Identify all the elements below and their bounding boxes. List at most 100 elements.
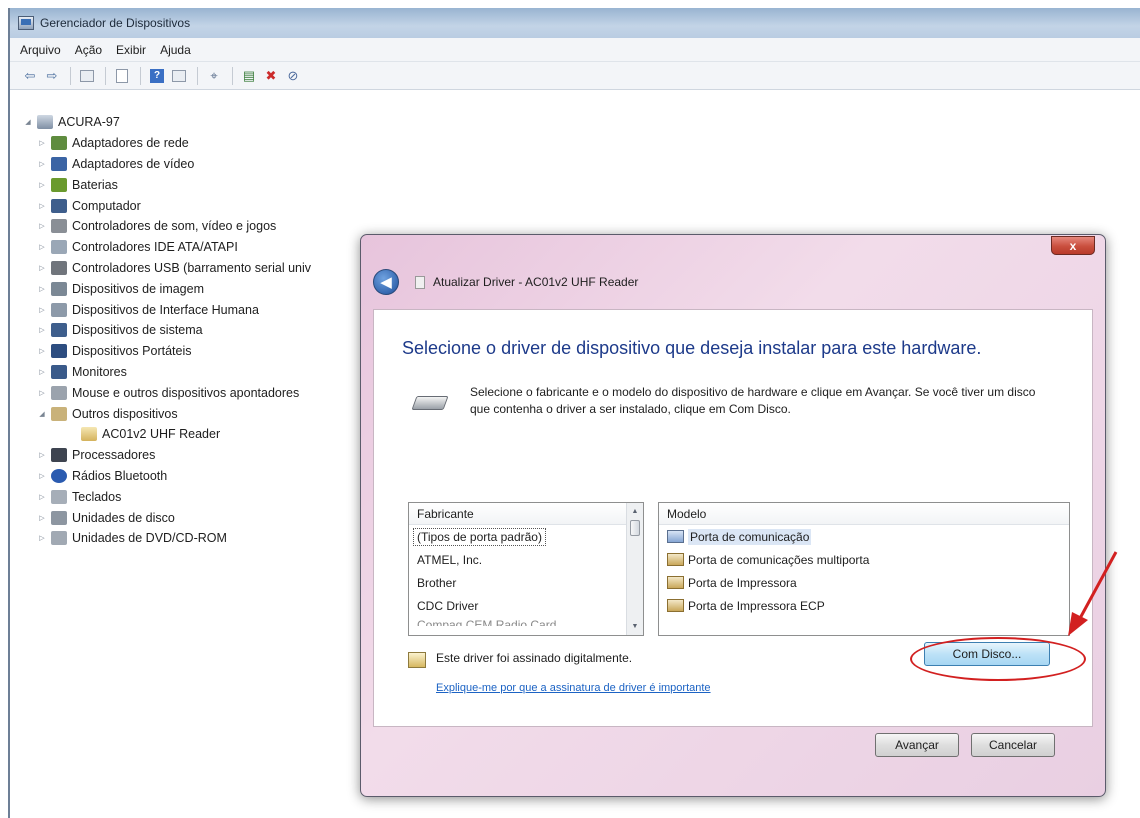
expand-icon[interactable]: ▷ (36, 222, 48, 230)
back-arrow-icon[interactable]: ⇦ (20, 66, 40, 86)
toolbar-separator (105, 66, 106, 85)
imaging-device-icon (51, 281, 67, 296)
tree-item[interactable]: ▷ Baterias (22, 174, 311, 195)
other-devices-icon (51, 406, 67, 421)
next-button[interactable]: Avançar (875, 733, 959, 757)
manufacturer-item[interactable]: ATMEL, Inc. (409, 548, 643, 571)
uninstall-icon[interactable]: ✖ (261, 66, 281, 86)
expand-icon[interactable]: ▷ (36, 326, 48, 334)
back-arrow-icon: ◀ (380, 274, 392, 291)
scroll-up-icon[interactable]: ▲ (627, 503, 643, 520)
scroll-thumb[interactable] (630, 520, 640, 536)
menu-arquivo[interactable]: Arquivo (20, 43, 61, 57)
scan-hardware-icon[interactable]: ⌖ (204, 66, 224, 86)
tree-item[interactable]: ▷ Dispositivos de Interface Humana (22, 299, 311, 320)
close-button[interactable]: x (1051, 236, 1095, 255)
toolbar-separator (70, 66, 71, 85)
expand-icon[interactable]: ▷ (36, 285, 48, 293)
manufacturer-label: ATMEL, Inc. (417, 552, 483, 567)
tree-item[interactable]: ▷ Adaptadores de vídeo (22, 154, 311, 175)
tree-child-item[interactable]: AC01v2 UHF Reader (22, 424, 311, 445)
tree-item[interactable]: ▷ Adaptadores de rede (22, 133, 311, 154)
tree-item-label: Outros dispositivos (72, 406, 178, 421)
title-bar[interactable]: Gerenciador de Dispositivos (10, 8, 1140, 38)
tree-item-expanded[interactable]: ◢ Outros dispositivos (22, 403, 311, 424)
collapse-icon[interactable]: ◢ (36, 410, 48, 418)
tree-item[interactable]: ▷ Mouse e outros dispositivos apontadores (22, 382, 311, 403)
update-driver-icon[interactable]: ▤ (239, 66, 259, 86)
expand-icon[interactable]: ▷ (36, 472, 48, 480)
expand-icon[interactable]: ▷ (36, 306, 48, 314)
tree-item[interactable]: ▷ Controladores de som, vídeo e jogos (22, 216, 311, 237)
expand-icon[interactable]: ▷ (36, 181, 48, 189)
forward-arrow-icon[interactable]: ⇨ (42, 66, 62, 86)
tree-item[interactable]: ▷ Computador (22, 195, 311, 216)
expand-icon[interactable]: ▷ (36, 347, 48, 355)
expand-icon[interactable]: ▷ (36, 139, 48, 147)
manufacturer-scrollbar[interactable]: ▲ ▼ (626, 503, 643, 635)
driver-signing-link[interactable]: Explique-me por que a assinatura de driv… (436, 682, 711, 694)
expand-icon[interactable]: ▷ (36, 368, 48, 376)
cancel-button[interactable]: Cancelar (971, 733, 1055, 757)
expand-icon[interactable]: ▷ (36, 160, 48, 168)
tree-item[interactable]: ▷ Unidades de DVD/CD-ROM (22, 528, 311, 549)
menu-acao[interactable]: Ação (75, 43, 102, 57)
dialog-header: ◀ Atualizar Driver - AC01v2 UHF Reader (373, 269, 638, 295)
manufacturer-item[interactable]: Brother (409, 571, 643, 594)
expand-icon[interactable]: ▷ (36, 493, 48, 501)
show-hide-tree-icon[interactable] (77, 66, 97, 86)
disable-icon[interactable]: ⊘ (283, 66, 303, 86)
scroll-down-icon[interactable]: ▼ (627, 618, 643, 635)
manufacturer-label: (Tipos de porta padrão) (413, 527, 546, 546)
expand-icon[interactable]: ▷ (36, 243, 48, 251)
expand-icon[interactable]: ▷ (36, 451, 48, 459)
expand-icon[interactable]: ▷ (36, 534, 48, 542)
manufacturer-item-partial[interactable]: Compaq CEM Radio Card (409, 617, 643, 626)
tree-item[interactable]: ▷ Rádios Bluetooth (22, 466, 311, 487)
tree-item-label: Dispositivos Portáteis (72, 344, 192, 359)
tree-item[interactable]: ▷ Controladores USB (barramento serial un… (22, 258, 311, 279)
menu-exibir[interactable]: Exibir (116, 43, 146, 57)
toolbar-separator (140, 66, 141, 85)
model-item[interactable]: Porta de Impressora (659, 571, 1069, 594)
tree-item[interactable]: ▷ Dispositivos de sistema (22, 320, 311, 341)
update-driver-dialog: x ◀ Atualizar Driver - AC01v2 UHF Reader… (360, 234, 1106, 797)
tree-item[interactable]: ▷ Controladores IDE ATA/ATAPI (22, 237, 311, 258)
toolbar: ⇦ ⇨ ? ⌖ ▤ ✖ ⊘ (10, 62, 1140, 90)
network-adapter-icon (51, 136, 67, 151)
hid-icon (51, 302, 67, 317)
manufacturer-item[interactable]: (Tipos de porta padrão) (409, 525, 643, 548)
help-icon[interactable]: ? (147, 66, 167, 86)
ide-controller-icon (51, 240, 67, 255)
menu-ajuda[interactable]: Ajuda (160, 43, 191, 57)
tree-item-label: Monitores (72, 364, 127, 379)
tree-item-label: Unidades de DVD/CD-ROM (72, 531, 227, 546)
tree-item[interactable]: ▷ Processadores (22, 445, 311, 466)
tree-item-label: Unidades de disco (72, 510, 175, 525)
device-tree: ◢ ACURA-97 ▷ Adaptadores de rede ▷ Adaptad… (22, 112, 311, 549)
back-button[interactable]: ◀ (373, 269, 399, 295)
model-item[interactable]: Porta de Impressora ECP (659, 594, 1069, 617)
dialog-description: Selecione o fabricante e o modelo do dis… (470, 385, 1036, 416)
properties-icon[interactable] (112, 66, 132, 86)
tree-item[interactable]: ▷ Monitores (22, 362, 311, 383)
collapse-icon[interactable]: ◢ (22, 118, 34, 126)
model-list[interactable]: Modelo Porta de comunicação Porta de com… (658, 502, 1070, 636)
tree-item[interactable]: ▷ Teclados (22, 486, 311, 507)
expand-icon[interactable]: ▷ (36, 389, 48, 397)
view-icon[interactable] (169, 66, 189, 86)
model-item[interactable]: Porta de comunicação (659, 525, 1069, 548)
computer-icon (51, 198, 67, 213)
model-item[interactable]: Porta de comunicações multiporta (659, 548, 1069, 571)
expand-icon[interactable]: ▷ (36, 514, 48, 522)
tree-item[interactable]: ▷ Dispositivos de imagem (22, 278, 311, 299)
mouse-icon (51, 385, 67, 400)
expand-icon[interactable]: ▷ (36, 202, 48, 210)
battery-icon (51, 177, 67, 192)
tree-root[interactable]: ◢ ACURA-97 (22, 112, 311, 133)
tree-item[interactable]: ▷ Unidades de disco (22, 507, 311, 528)
expand-icon[interactable]: ▷ (36, 264, 48, 272)
tree-item[interactable]: ▷ Dispositivos Portáteis (22, 341, 311, 362)
manufacturer-list[interactable]: Fabricante (Tipos de porta padrão) ATMEL… (408, 502, 644, 636)
manufacturer-item[interactable]: CDC Driver (409, 594, 643, 617)
